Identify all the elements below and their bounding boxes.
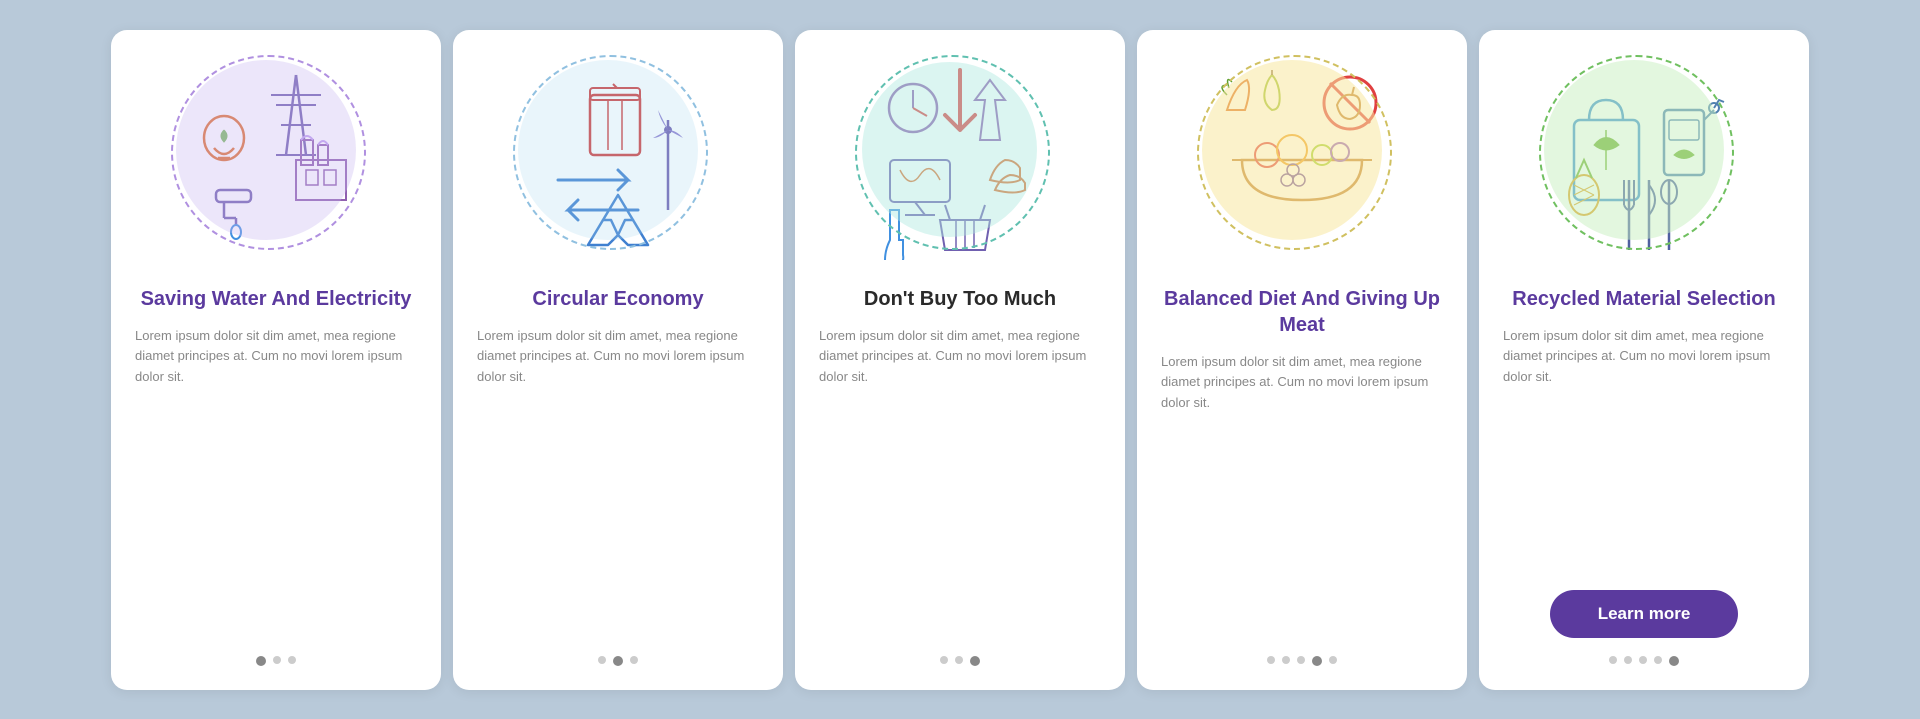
dot-4-active — [1312, 656, 1322, 666]
dot-2-3 — [630, 656, 638, 664]
dot-5-active — [1669, 656, 1679, 666]
dot-4-5 — [1329, 656, 1337, 664]
dot-4-2 — [1282, 656, 1290, 664]
card-4-body: Lorem ipsum dolor sit dim amet, mea regi… — [1137, 352, 1467, 638]
dot-1-active — [256, 656, 266, 666]
card-2-dots — [598, 656, 638, 666]
card-1-dots — [256, 656, 296, 666]
card-5-body: Lorem ipsum dolor sit dim amet, mea regi… — [1479, 326, 1809, 574]
card-2-body: Lorem ipsum dolor sit dim amet, mea regi… — [453, 326, 783, 638]
dot-4-1 — [1267, 656, 1275, 664]
card-1-title: Saving Water And Electricity — [117, 286, 436, 312]
card-3-illustration — [850, 50, 1070, 270]
cards-container: Saving Water And Electricity Lorem ipsum… — [81, 10, 1839, 710]
card-4-title: Balanced Diet And Giving Up Meat — [1137, 286, 1467, 338]
card-dont-buy: Don't Buy Too Much Lorem ipsum dolor sit… — [795, 30, 1125, 690]
card-5-dots — [1609, 656, 1679, 666]
dot-3-2 — [955, 656, 963, 664]
card-4-dots — [1267, 656, 1337, 666]
dot-5-3 — [1639, 656, 1647, 664]
learn-more-button[interactable]: Learn more — [1550, 590, 1739, 638]
card-3-title: Don't Buy Too Much — [840, 286, 1080, 312]
card-5-title: Recycled Material Selection — [1488, 286, 1799, 312]
card-2-title: Circular Economy — [508, 286, 727, 312]
card-recycled-material: Recycled Material Selection Lorem ipsum … — [1479, 30, 1809, 690]
dot-3-active — [970, 656, 980, 666]
card-4-illustration — [1192, 50, 1412, 270]
dot-1-2 — [273, 656, 281, 664]
dot-1-3 — [288, 656, 296, 664]
card-5-illustration — [1534, 50, 1754, 270]
card-2-illustration — [508, 50, 728, 270]
card-3-dots — [940, 656, 980, 666]
card-1-illustration — [166, 50, 386, 270]
card-balanced-diet: Balanced Diet And Giving Up Meat Lorem i… — [1137, 30, 1467, 690]
card-1-body: Lorem ipsum dolor sit dim amet, mea regi… — [111, 326, 441, 638]
dot-5-2 — [1624, 656, 1632, 664]
card-circular-economy: Circular Economy Lorem ipsum dolor sit d… — [453, 30, 783, 690]
dot-3-1 — [940, 656, 948, 664]
dot-2-active — [613, 656, 623, 666]
dot-5-4 — [1654, 656, 1662, 664]
dot-4-3 — [1297, 656, 1305, 664]
card-saving-water: Saving Water And Electricity Lorem ipsum… — [111, 30, 441, 690]
card-3-body: Lorem ipsum dolor sit dim amet, mea regi… — [795, 326, 1125, 638]
dot-2-1 — [598, 656, 606, 664]
dot-5-1 — [1609, 656, 1617, 664]
